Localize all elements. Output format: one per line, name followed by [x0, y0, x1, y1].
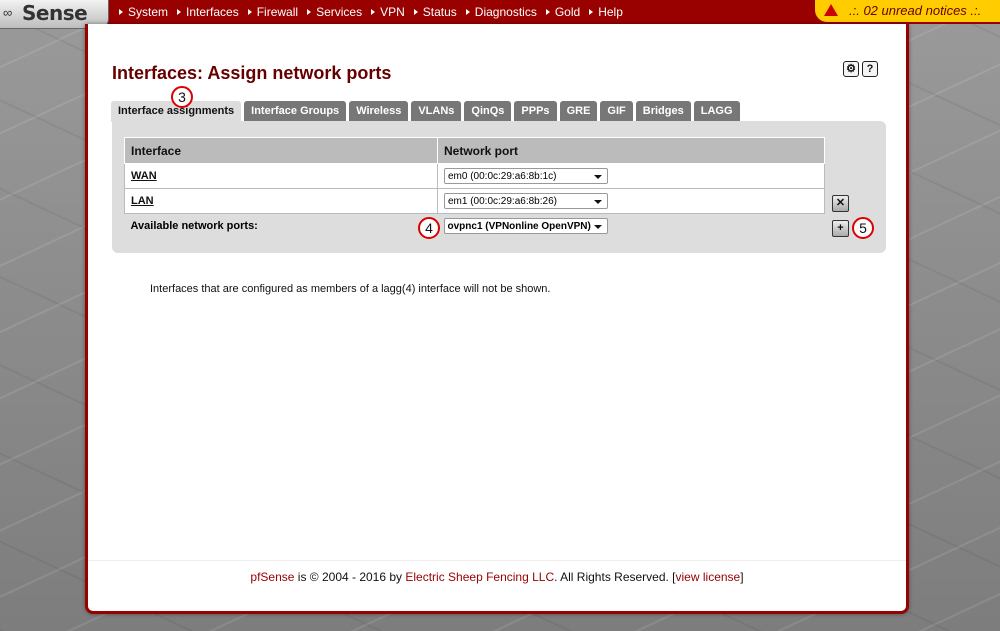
title-icons: ⚙ ?: [843, 61, 878, 77]
logo-text: Sense: [22, 1, 88, 25]
tab-lagg[interactable]: LAGG: [693, 101, 740, 121]
tab-qinqs[interactable]: QinQs: [464, 101, 512, 121]
main-panel: Interfaces: Assign network ports ⚙ ? Int…: [85, 24, 909, 614]
interface-link-lan[interactable]: LAN: [131, 195, 154, 207]
tab-wireless[interactable]: Wireless: [349, 101, 409, 121]
help-icon[interactable]: ?: [862, 61, 878, 77]
assignments-panel: Interface Network port WAN em0 (00:0c:29…: [112, 121, 886, 253]
page-title: Interfaces: Assign network ports: [112, 63, 392, 83]
menu-firewall[interactable]: Firewall: [247, 0, 306, 24]
menu-interfaces[interactable]: Interfaces: [176, 0, 247, 24]
view-license-link[interactable]: view license: [676, 570, 741, 584]
annotation-marker-5: 5: [852, 217, 874, 239]
notices-banner[interactable]: .:. 02 unread notices .:.: [815, 0, 1000, 22]
footer-rights: . All Rights Reserved. [: [554, 570, 676, 584]
tab-gif[interactable]: GIF: [600, 101, 633, 121]
tab-gre[interactable]: GRE: [559, 101, 598, 121]
footer-brand: pfSense: [250, 570, 295, 584]
footer: pfSense is © 2004 - 2016 by Electric She…: [88, 570, 906, 584]
assignments-table: Interface Network port WAN em0 (00:0c:29…: [124, 137, 825, 238]
main-menu: System Interfaces Firewall Services VPN …: [118, 0, 631, 24]
table-row: WAN em0 (00:0c:29:a6:8b:1c): [124, 163, 825, 189]
footer-copyright: is © 2004 - 2016 by: [294, 570, 406, 584]
table-row: LAN em1 (00:0c:29:a6:8b:26): [124, 188, 825, 214]
annotation-marker-4: 4: [418, 217, 440, 239]
tab-interface-groups[interactable]: Interface Groups: [244, 101, 347, 121]
footer-close: ]: [740, 570, 744, 584]
gear-icon[interactable]: ⚙: [843, 61, 859, 77]
network-port-select-lan[interactable]: em1 (00:0c:29:a6:8b:26): [444, 193, 608, 209]
header-network-port: Network port: [437, 137, 825, 164]
tab-vlans[interactable]: VLANs: [411, 101, 462, 121]
footer-company: Electric Sheep Fencing LLC: [405, 570, 555, 584]
available-ports-row: Available network ports: ovpnc1 (VPNonli…: [125, 214, 825, 239]
available-port-select[interactable]: ovpnc1 (VPNonline OpenVPN): [443, 218, 608, 234]
warning-icon: [824, 4, 838, 16]
menu-diagnostics[interactable]: Diagnostics: [465, 0, 545, 24]
header-interface: Interface: [124, 137, 438, 164]
menu-system[interactable]: System: [118, 0, 176, 24]
footer-divider: [88, 560, 906, 561]
tab-bar: Interface assignments Interface Groups W…: [111, 101, 740, 122]
menu-services[interactable]: Services: [306, 0, 370, 24]
available-ports-label: Available network ports:: [130, 220, 258, 232]
interface-link-wan[interactable]: WAN: [131, 170, 157, 182]
menu-vpn[interactable]: VPN: [370, 0, 413, 24]
menu-status[interactable]: Status: [413, 0, 465, 24]
menu-gold[interactable]: Gold: [545, 0, 588, 24]
tab-bridges[interactable]: Bridges: [635, 101, 691, 121]
annotation-marker-3: 3: [171, 86, 193, 108]
logo-mark-icon: ∞: [3, 5, 13, 20]
menu-help[interactable]: Help: [588, 0, 631, 24]
tab-ppps[interactable]: PPPs: [514, 101, 557, 121]
lagg-info-text: Interfaces that are configured as member…: [150, 283, 551, 295]
notices-text: .:. 02 unread notices .:.: [849, 3, 982, 18]
network-port-select-wan[interactable]: em0 (00:0c:29:a6:8b:1c): [444, 168, 608, 184]
add-interface-icon[interactable]: +: [832, 220, 849, 237]
delete-interface-icon[interactable]: ✕: [832, 195, 849, 212]
